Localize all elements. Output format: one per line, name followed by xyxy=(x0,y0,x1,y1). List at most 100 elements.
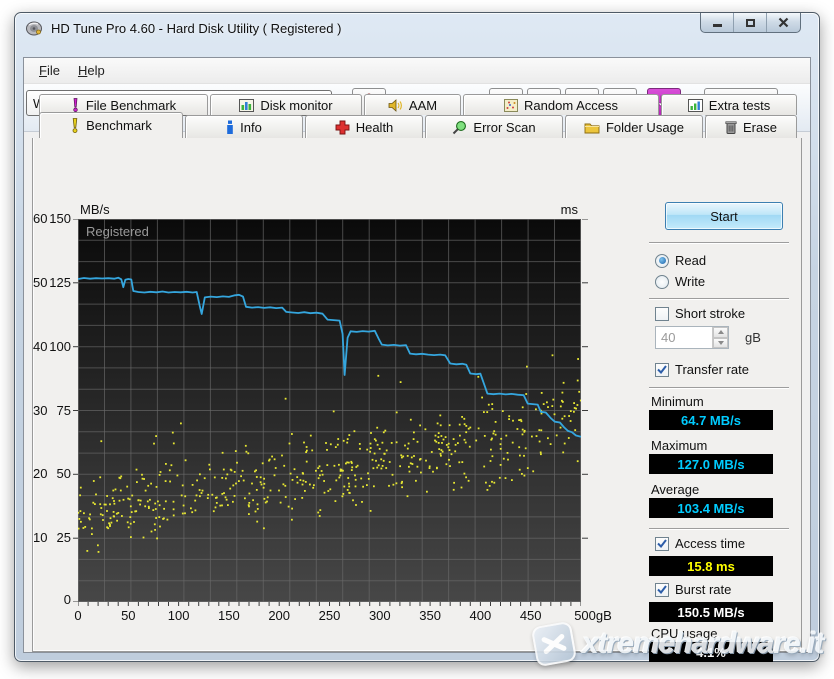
tab-erase[interactable]: Erase xyxy=(705,115,797,138)
exclamation-yellow-icon xyxy=(70,118,80,133)
short-stroke-row[interactable]: Short stroke xyxy=(655,306,745,321)
axis-tick-label: 20 xyxy=(33,466,48,482)
tab-disk-monitor[interactable]: Disk monitor xyxy=(210,94,362,115)
start-button[interactable]: Start xyxy=(665,202,783,230)
burst-rate-checkbox[interactable] xyxy=(655,582,669,597)
stepper-up-button[interactable] xyxy=(713,327,728,338)
separator xyxy=(649,387,789,389)
start-label: Start xyxy=(710,208,738,224)
tab-extra-tests[interactable]: Extra tests xyxy=(661,94,797,115)
transfer-rate-checkbox[interactable] xyxy=(655,362,669,377)
tab-aam[interactable]: AAM xyxy=(364,94,461,115)
transfer-rate-row[interactable]: Transfer rate xyxy=(655,362,749,377)
tab-health[interactable]: Health xyxy=(305,115,423,138)
axis-tick-label: 250 xyxy=(318,608,341,623)
watermark-text: xtremehardware.it xyxy=(582,627,824,660)
transfer-rate-label: Transfer rate xyxy=(675,362,749,377)
axis-tick-label: 100 xyxy=(167,608,190,623)
tab-label: Benchmark xyxy=(86,118,152,133)
axis-tick-label: 350 xyxy=(419,608,441,623)
tab-label: Random Access xyxy=(524,97,618,113)
write-radio-row[interactable]: Write xyxy=(655,274,705,289)
separator xyxy=(649,528,789,530)
checkmark-icon xyxy=(657,539,667,548)
burst-rate-value-box: 150.5 MB/s xyxy=(649,602,773,622)
tab-random-access[interactable]: Random Access xyxy=(463,94,659,115)
tab-label: File Benchmark xyxy=(85,97,177,113)
tab-label: Error Scan xyxy=(473,119,536,135)
magnifier-icon xyxy=(452,120,467,135)
app-window: HD Tune Pro 4.60 - Hard Disk Utility ( R… xyxy=(14,12,820,662)
maximum-label: Maximum xyxy=(651,438,708,453)
short-stroke-unit: gB xyxy=(745,330,761,345)
bar-chart-icon xyxy=(239,98,255,112)
short-stroke-checkbox[interactable] xyxy=(655,306,669,321)
down-arrow-icon xyxy=(717,340,724,345)
left-axis-unit: MB/s xyxy=(80,202,110,217)
access-time-checkbox[interactable] xyxy=(655,536,669,551)
axis-tick-label: 500gB xyxy=(574,608,612,623)
speaker-icon xyxy=(388,98,403,112)
tab-label: AAM xyxy=(408,97,438,113)
checkmark-icon xyxy=(657,365,667,374)
tab-label: Health xyxy=(355,119,394,135)
average-label: Average xyxy=(651,482,700,497)
access-time-row[interactable]: Access time xyxy=(655,536,745,551)
axis-tick-label: 10 xyxy=(33,530,48,546)
tab-folder-usage[interactable]: Folder Usage xyxy=(565,115,703,138)
title-bar[interactable]: HD Tune Pro 4.60 - Hard Disk Utility ( R… xyxy=(15,13,819,43)
close-icon xyxy=(778,17,789,28)
axis-tick-label: 50 xyxy=(121,608,136,623)
up-arrow-icon xyxy=(717,330,724,335)
menu-bar: File Help xyxy=(24,58,810,84)
axis-tick-label: 200 xyxy=(268,608,291,623)
tab-label: Extra tests xyxy=(708,97,771,113)
tab-label: Disk monitor xyxy=(260,97,333,113)
mini-chart-icon xyxy=(687,98,703,112)
menu-help[interactable]: Help xyxy=(69,59,114,82)
tab-label: Erase xyxy=(743,119,777,135)
burst-rate-label: Burst rate xyxy=(675,582,732,597)
menu-file[interactable]: File xyxy=(30,59,69,82)
short-stroke-size-input[interactable]: 40 xyxy=(655,326,729,349)
exclamation-magenta-icon xyxy=(71,98,80,112)
plot-area: Registered xyxy=(78,219,581,602)
benchmark-panel: File Benchmark Disk monitor AAM Random A… xyxy=(32,94,802,662)
tab-error-scan[interactable]: Error Scan xyxy=(425,115,563,138)
benchmark-chart: MB/s ms Registered 0 25 50 75 100 125 15… xyxy=(33,138,673,652)
axis-tick-label: 30 xyxy=(33,402,48,418)
read-label: Read xyxy=(675,253,707,268)
read-radio-row[interactable]: Read xyxy=(655,253,706,268)
write-radio[interactable] xyxy=(655,274,669,289)
close-button[interactable] xyxy=(767,13,800,32)
tab-label: Info xyxy=(240,119,262,135)
right-axis-unit: ms xyxy=(560,202,578,217)
average-value-box: 103.4 MB/s xyxy=(649,498,773,518)
minimize-icon xyxy=(712,24,722,27)
access-time-value-box: 15.8 ms xyxy=(649,556,773,576)
minimum-label: Minimum xyxy=(651,394,704,409)
right-axis-ticks xyxy=(582,219,588,539)
axis-tick-label: 150 xyxy=(218,608,240,623)
tab-row-lower: Benchmark Info Health Error Scan Folder … xyxy=(33,112,803,138)
app-logo-icon xyxy=(26,21,42,35)
axis-tick-label: 300 xyxy=(368,608,391,623)
window-title: HD Tune Pro 4.60 - Hard Disk Utility ( R… xyxy=(51,20,342,36)
axis-tick-label: 450 xyxy=(519,608,542,623)
burst-rate-row[interactable]: Burst rate xyxy=(655,582,731,597)
maximize-button[interactable] xyxy=(734,13,767,32)
burst-rate-value: 150.5 MB/s xyxy=(677,604,745,620)
checkmark-icon xyxy=(657,585,667,594)
site-watermark: xtremehardware.it xyxy=(530,620,824,668)
axis-tick-label: 40 xyxy=(33,338,48,354)
axis-tick-label: 400 xyxy=(469,608,492,623)
tab-info[interactable]: Info xyxy=(185,115,303,138)
tab-benchmark-active[interactable]: Benchmark xyxy=(39,112,183,138)
write-label: Write xyxy=(675,274,706,289)
minimize-button[interactable] xyxy=(701,13,734,32)
stepper-down-button[interactable] xyxy=(713,337,728,348)
axis-tick-label: 0 xyxy=(63,592,71,607)
average-value: 103.4 MB/s xyxy=(677,500,745,516)
read-radio[interactable] xyxy=(655,253,669,268)
tab-label: Folder Usage xyxy=(605,119,685,135)
